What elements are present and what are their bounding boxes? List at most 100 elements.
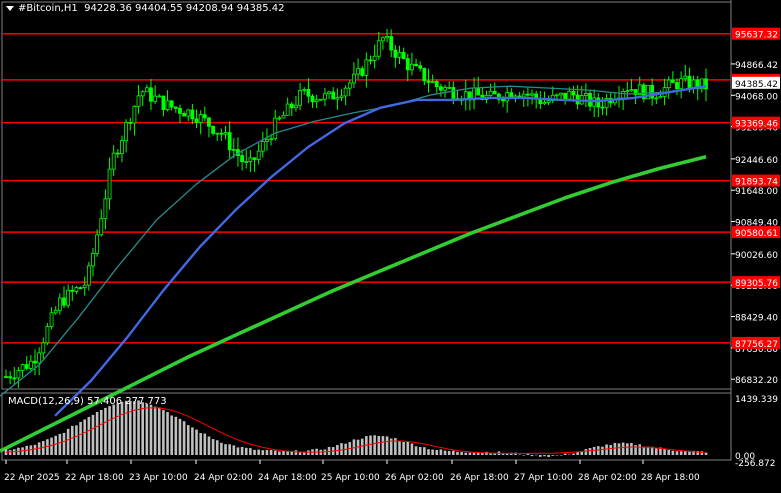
macd-bar [62, 432, 66, 455]
candle-body [186, 109, 191, 117]
candle-body [397, 51, 402, 58]
candle-body [169, 100, 174, 108]
candle-body [256, 150, 261, 160]
macd-bar [568, 454, 571, 456]
candle-body [401, 51, 406, 59]
time-tick-label: 28 Apr 18:00 [641, 473, 700, 483]
macd-bar [215, 440, 219, 455]
macd-bar [555, 455, 559, 456]
candle-body [422, 67, 427, 82]
macd-label: MACD(12,26,9) 57.406 277.773 [8, 396, 167, 407]
candle-body [157, 95, 162, 98]
macd-bar [443, 450, 447, 455]
macd-bar [33, 444, 37, 455]
macd-bar [265, 450, 269, 455]
candle-body [488, 90, 493, 96]
macd-bar [224, 444, 227, 455]
candle-body [356, 68, 360, 75]
chart-canvas[interactable]: 94866.4294068.0093269.4692446.6091648.00… [0, 0, 781, 489]
candle-body [410, 63, 414, 71]
candle-body [78, 287, 83, 290]
time-tick-label: 24 Apr 18:00 [258, 473, 317, 483]
macd-bar [174, 416, 178, 455]
macd-bar [70, 425, 74, 455]
candle-body [128, 122, 133, 124]
time-tick-label: 28 Apr 02:00 [578, 473, 637, 483]
macd-bar [605, 444, 608, 455]
candles-group [4, 28, 708, 388]
dropdown-triangle-icon[interactable] [6, 5, 14, 11]
time-tick-label: 27 Apr 10:00 [514, 473, 573, 483]
macd-bar [199, 433, 202, 455]
macd-bar [186, 425, 190, 455]
macd-bar [340, 443, 343, 455]
candle-body [554, 94, 559, 97]
macd-bar [108, 406, 111, 455]
ohlc-values: 94228.36 94404.55 94208.94 94385.42 [84, 3, 285, 14]
candle-body [559, 92, 563, 96]
macd-bar [75, 425, 78, 455]
macd-bar [414, 446, 418, 455]
macd-bar [410, 443, 414, 455]
macd-bar [439, 449, 443, 455]
macd-bar [588, 448, 592, 455]
price-tick-label: 88429.40 [735, 314, 778, 324]
macd-bar [547, 455, 550, 457]
macd-bar [228, 444, 231, 455]
candle-body [248, 157, 253, 162]
candle-body [393, 49, 398, 58]
level-price-label: 89305.76 [735, 279, 778, 289]
candle-body [140, 91, 145, 97]
candle-body [115, 152, 120, 155]
price-tick-label: 91648.00 [735, 187, 778, 197]
candle-body [219, 132, 224, 135]
candle-body [111, 152, 116, 170]
macd-bar [671, 450, 675, 455]
candle-body [153, 95, 158, 102]
macd-bar [58, 433, 62, 455]
macd-bar [137, 400, 140, 455]
candle-body [625, 90, 630, 93]
candle-body [418, 65, 423, 69]
macd-bar [563, 453, 567, 455]
candle-body [215, 132, 220, 135]
macd-bar [559, 455, 563, 456]
time-tick-label: 22 Apr 2025 [4, 473, 60, 483]
candle-body [66, 289, 71, 306]
candle-body [95, 234, 100, 254]
candle-body [285, 103, 290, 116]
candle-body [335, 97, 340, 100]
macd-bar [87, 416, 91, 455]
macd-bar [95, 412, 99, 455]
macd-bar [360, 438, 364, 455]
macd-bar [178, 418, 182, 455]
macd-bar [133, 401, 136, 455]
candle-body [294, 104, 298, 109]
chart-window[interactable]: 94866.4294068.0093269.4692446.6091648.00… [0, 0, 781, 489]
macd-bar [522, 455, 526, 456]
level-price-label: 93369.46 [735, 120, 778, 130]
candle-body [298, 89, 302, 106]
candle-body [343, 87, 348, 97]
candle-body [451, 86, 456, 99]
macd-bar [464, 452, 468, 455]
candle-body [666, 79, 671, 89]
candle-body [120, 140, 124, 155]
candle-body [389, 36, 394, 51]
candle-body [124, 122, 129, 141]
candle-body [443, 87, 447, 91]
candle-body [368, 59, 373, 62]
candle-body [563, 92, 568, 100]
macd-signal-line [5, 407, 707, 454]
macd-bar [128, 400, 132, 455]
candle-body [240, 155, 244, 163]
macd-bar [294, 450, 298, 455]
candle-body [430, 81, 435, 83]
macd-histogram [4, 400, 708, 457]
candle-body [41, 342, 46, 354]
candle-body [439, 86, 443, 91]
candle-body [207, 117, 211, 127]
macd-bar [249, 448, 252, 455]
candle-body [82, 284, 87, 289]
macd-bar [543, 455, 546, 457]
